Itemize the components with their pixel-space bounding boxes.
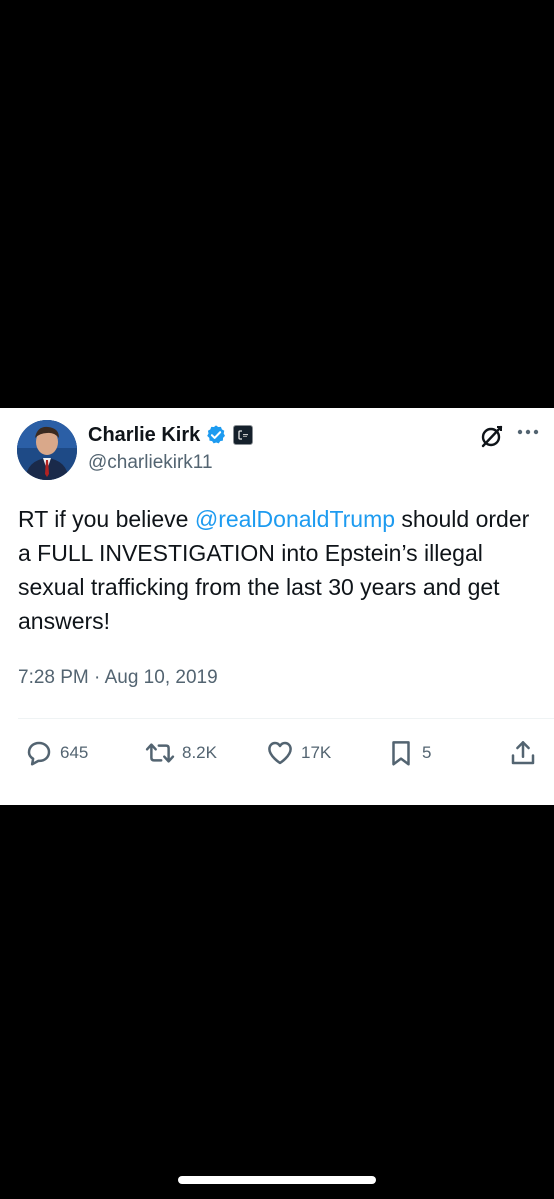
screen: Charlie Kirk @charliekirk11 RT if you be… <box>0 0 554 1199</box>
repost-count: 8.2K <box>182 743 217 762</box>
share-icon <box>508 738 538 768</box>
affiliate-badge-icon[interactable] <box>233 425 254 445</box>
author-display-name[interactable]: Charlie Kirk <box>88 424 200 447</box>
verified-badge-icon <box>205 424 227 446</box>
tweet-card[interactable]: Charlie Kirk @charliekirk11 RT if you be… <box>0 408 554 805</box>
reply-button[interactable]: 645 <box>24 738 88 768</box>
bookmark-button[interactable]: 5 <box>386 738 431 768</box>
like-button[interactable]: 17K <box>265 738 331 768</box>
avatar[interactable] <box>17 420 77 480</box>
repost-icon <box>144 738 176 768</box>
tweet-text-before: RT if you believe <box>18 506 195 532</box>
bookmark-icon <box>386 738 416 768</box>
like-icon <box>265 738 295 768</box>
mention-link[interactable]: @realDonaldTrump <box>195 506 395 532</box>
share-button[interactable] <box>508 738 538 768</box>
author-handle[interactable]: @charliekirk11 <box>88 452 213 474</box>
more-options-icon[interactable] <box>515 422 541 442</box>
bookmark-count: 5 <box>422 743 432 762</box>
reply-icon <box>24 738 54 768</box>
author-name-row: Charlie Kirk <box>88 422 254 448</box>
tweet-text: RT if you believe @realDonaldTrump shoul… <box>18 502 543 638</box>
reply-count: 645 <box>60 743 89 762</box>
tweet-timestamp[interactable]: 7:28 PM · Aug 10, 2019 <box>18 667 218 689</box>
divider <box>18 718 554 719</box>
grok-icon[interactable] <box>480 424 504 448</box>
repost-button[interactable]: 8.2K <box>144 738 217 768</box>
home-indicator[interactable] <box>178 1176 376 1184</box>
like-count: 17K <box>301 743 332 762</box>
